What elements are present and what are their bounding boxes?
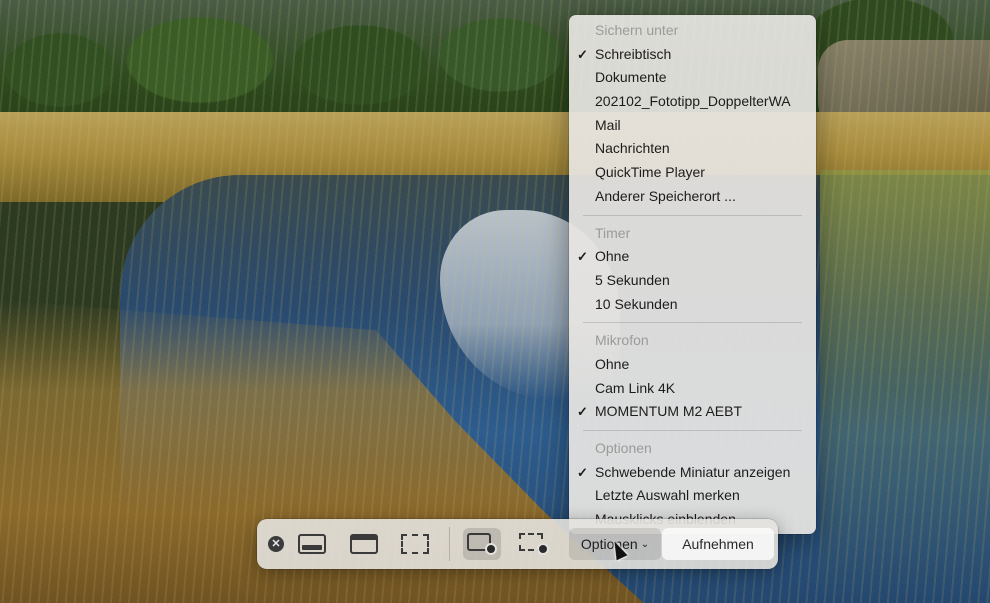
menu-header-options: Optionen [595,440,652,456]
microphone-item[interactable]: Cam Link 4K [569,377,816,401]
microphone-item-label: Cam Link 4K [595,379,676,396]
save-location-item[interactable]: 202102_Fototipp_DoppelterWA [569,90,816,114]
menu-header-timer: Timer [595,224,631,241]
timer-item[interactable]: ✓ Ohne [569,245,816,269]
save-location-item-label: QuickTime Player [595,164,705,181]
wallpaper-reeds [0,0,990,603]
menu-header-save: Sichern unter [595,22,679,38]
desktop-wallpaper [0,0,990,603]
save-location-item-label: Mail [595,116,621,133]
record-selection-button[interactable] [515,528,553,560]
save-location-item-label: Schreibtisch [595,45,672,62]
menu-separator [583,430,802,431]
save-location-item-label: 202102_Fototipp_DoppelterWA [595,93,791,110]
toolbar-divider [449,527,450,561]
save-location-item-label: Nachrichten [595,140,670,157]
save-location-item[interactable]: Anderer Speicherort ... [569,185,816,209]
x-circle-icon[interactable]: ✕ [268,536,284,552]
option-item-label: Schwebende Miniatur anzeigen [595,463,791,480]
timer-item-label: Ohne [595,248,630,265]
microphone-item[interactable]: ✓ MOMENTUM M2 AEBT [569,400,816,424]
menu-header-microphone: Mikrofon [595,332,649,349]
record-entire-screen-button[interactable] [463,528,501,560]
record-button[interactable]: Aufnehmen [662,528,774,560]
microphone-item-label: MOMENTUM M2 AEBT [595,403,743,420]
option-item[interactable]: ✓ Schwebende Miniatur anzeigen [569,461,816,485]
record-selection-icon [519,533,549,555]
save-location-item[interactable]: Dokumente [569,66,816,90]
timer-item[interactable]: 5 Sekunden [569,269,816,293]
checkmark-icon: ✓ [577,46,588,62]
menu-separator [583,322,802,324]
save-location-item[interactable]: Mail [569,114,816,138]
option-item-label: Letzte Auswahl merken [595,487,740,504]
capture-window-button[interactable] [345,528,383,560]
microphone-item-label: Ohne [595,355,630,372]
timer-item-label: 10 Sekunden [595,295,678,312]
capture-selection-button[interactable] [396,528,434,560]
save-location-item[interactable]: QuickTime Player [569,161,816,185]
record-screen-icon [467,533,497,555]
save-location-item[interactable]: Nachrichten [569,137,816,161]
checkmark-icon: ✓ [577,404,588,420]
save-location-item-label: Anderer Speicherort ... [595,187,736,204]
menu-separator [583,214,802,216]
capture-entire-screen-button[interactable] [293,528,331,560]
checkmark-icon: ✓ [577,464,588,480]
screenshot-toolbar: ✕ Optionen ⌄ Aufnehmen [257,519,778,569]
timer-item-label: 5 Sekunden [595,271,670,288]
screen-window-icon [350,534,378,554]
save-location-item-label: Dokumente [595,69,667,86]
chevron-down-icon: ⌄ [640,538,650,550]
screen-dashed-icon [401,534,429,554]
options-menu: Sichern unter ✓ Schreibtisch Dokumente 2021… [569,15,816,534]
checkmark-icon: ✓ [577,249,588,265]
microphone-item[interactable]: Ohne [569,353,816,377]
timer-item[interactable]: 10 Sekunden [569,293,816,317]
save-location-item[interactable]: ✓ Schreibtisch [569,43,816,67]
option-item[interactable]: Letzte Auswahl merken [569,484,816,508]
screen-full-icon [298,534,326,554]
